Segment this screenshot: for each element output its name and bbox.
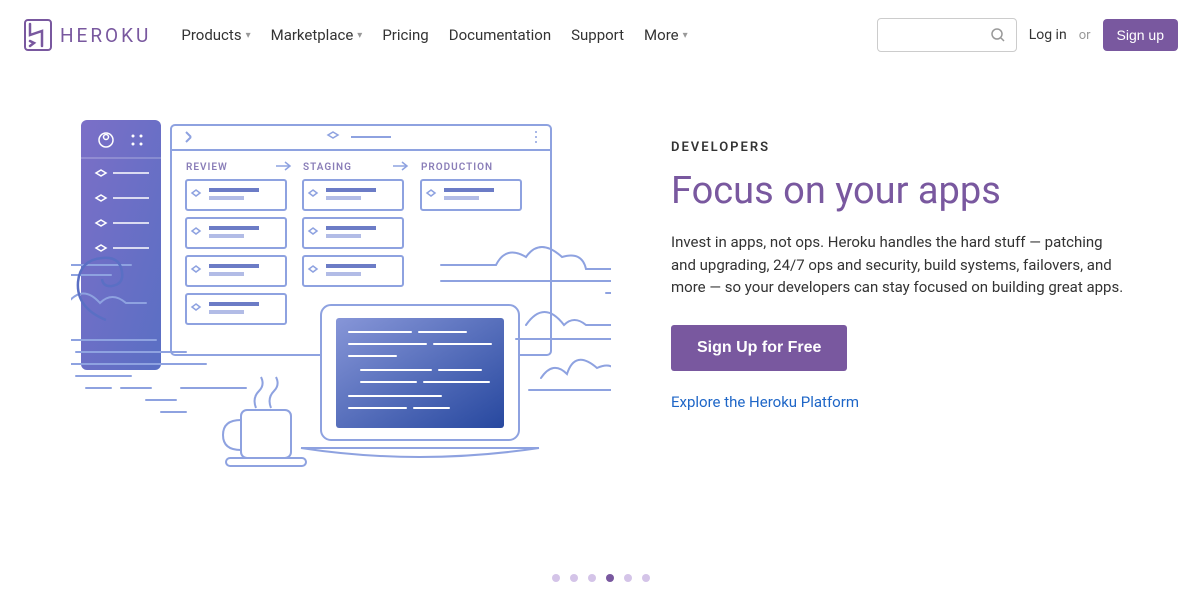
explore-link[interactable]: Explore the Heroku Platform: [671, 393, 1131, 411]
main-nav: HEROKU Products▾ Marketplace▾ Pricing Docum…: [0, 0, 1202, 70]
carousel-dot[interactable]: [552, 574, 560, 582]
carousel-dot[interactable]: [570, 574, 578, 582]
search-input[interactable]: [877, 18, 1017, 52]
search-icon: [990, 27, 1006, 43]
nav-documentation[interactable]: Documentation: [449, 26, 551, 44]
nav-support[interactable]: Support: [571, 26, 624, 44]
signup-free-button[interactable]: Sign Up for Free: [671, 325, 847, 371]
signup-button[interactable]: Sign up: [1103, 19, 1178, 51]
pipeline-production-label: PRODUCTION: [421, 162, 493, 173]
chevron-down-icon: ▾: [357, 30, 362, 41]
hero-section: REVIEW STAGING PRODUCTION: [1, 70, 1201, 534]
nav-right: Log in or Sign up: [877, 18, 1178, 52]
carousel-dot[interactable]: [588, 574, 596, 582]
carousel-dot[interactable]: [606, 574, 614, 582]
hero-heading: Focus on your apps: [671, 169, 1131, 213]
login-link[interactable]: Log in: [1029, 27, 1067, 43]
nav-marketplace[interactable]: Marketplace▾: [271, 26, 363, 44]
heroku-logo-icon: [24, 19, 52, 51]
carousel-dot[interactable]: [642, 574, 650, 582]
hero-illustration: REVIEW STAGING PRODUCTION: [71, 110, 611, 494]
pipeline-staging-label: STAGING: [303, 162, 352, 173]
chevron-down-icon: ▾: [246, 30, 251, 41]
nav-products[interactable]: Products▾: [181, 26, 250, 44]
chevron-down-icon: ▾: [683, 30, 688, 41]
hero-eyebrow: DEVELOPERS: [671, 140, 1131, 155]
or-text: or: [1079, 28, 1091, 43]
hero-content: DEVELOPERS Focus on your apps Invest in …: [671, 110, 1131, 411]
nav-more[interactable]: More▾: [644, 26, 688, 44]
nav-pricing[interactable]: Pricing: [382, 26, 428, 44]
logo-text: HEROKU: [60, 24, 151, 47]
hero-body: Invest in apps, not ops. Heroku handles …: [671, 231, 1131, 299]
pipeline-review-label: REVIEW: [186, 162, 228, 173]
logo[interactable]: HEROKU: [24, 19, 151, 51]
carousel-dot[interactable]: [624, 574, 632, 582]
nav-items: Products▾ Marketplace▾ Pricing Documentatio…: [181, 26, 687, 44]
carousel-dots: [0, 574, 1202, 612]
